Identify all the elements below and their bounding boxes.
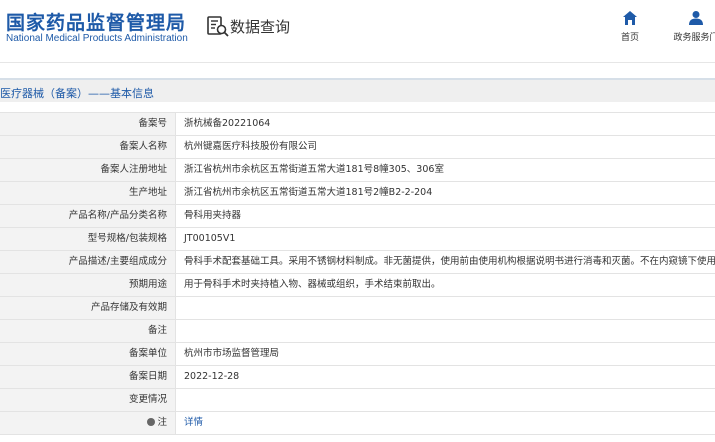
row-label: 产品名称/产品分类名称 [0, 205, 176, 227]
table-row: 型号规格/包装规格 JT00105V1 [0, 228, 715, 251]
nav-gov-label: 政务服务门 [673, 33, 715, 43]
row-label: 备案人名称 [0, 136, 176, 158]
row-label-note: 注 [0, 412, 176, 434]
row-value: 详情 [177, 412, 715, 434]
row-value [177, 297, 715, 319]
row-label: 预期用途 [0, 274, 176, 296]
row-value: 杭州键嘉医疗科技股份有限公司 [184, 141, 318, 152]
row-label: 备注 [0, 320, 176, 342]
logo-title-cn[interactable]: 国家药品监督管理局 [6, 8, 186, 35]
table-row: 备注 [0, 320, 715, 343]
row-value: JT00105V1 [184, 233, 236, 244]
home-icon [623, 11, 637, 25]
row-label: 备案人注册地址 [0, 159, 176, 181]
details-link[interactable]: 详情 [184, 417, 203, 428]
nav-gov-service[interactable]: 政务服务门 [666, 10, 715, 46]
row-label: 备案单位 [0, 343, 176, 365]
data-query-icon [207, 16, 229, 37]
row-value: 浙江省杭州市余杭区五常街道五常大道181号2幢B2-2-204 [184, 187, 433, 198]
row-value: 浙江省杭州市余杭区五常街道五常大道181号8幢305、306室 [184, 164, 444, 175]
table-row: 预期用途 用于骨科手术时夹持植入物、器械或组织，手术结束前取出。 [0, 274, 715, 297]
row-label: 产品描述/主要组成成分 [0, 251, 176, 273]
row-label: 变更情况 [0, 389, 176, 411]
row-value: 用于骨科手术时夹持植入物、器械或组织，手术结束前取出。 [184, 279, 441, 290]
page-title: 数据查询 [230, 18, 291, 36]
table-row: 备案人注册地址 浙江省杭州市余杭区五常街道五常大道181号8幢305、306室 [0, 159, 715, 182]
table-row: 产品存储及有效期 [0, 297, 715, 320]
row-label: 生产地址 [0, 182, 176, 204]
header-divider [190, 13, 191, 43]
nav-home[interactable]: 首页 [600, 10, 660, 46]
row-value: 浙杭械备20221064 [184, 118, 271, 129]
row-value [177, 320, 715, 342]
table-row: 备案号 浙杭械备20221064 [0, 113, 715, 136]
row-label: 备案日期 [0, 366, 176, 388]
table-row: 产品名称/产品分类名称 骨科用夹持器 [0, 205, 715, 228]
row-label: 型号规格/包装规格 [0, 228, 176, 250]
table-row: 备案日期 2022-12-28 [0, 366, 715, 389]
row-label: 备案号 [0, 113, 176, 135]
note-label: 注 [157, 417, 167, 428]
row-label: 产品存储及有效期 [0, 297, 176, 319]
table-row: 注 详情 [0, 412, 715, 435]
pin-icon [147, 418, 156, 426]
row-value: 骨科用夹持器 [184, 210, 242, 221]
section-title: 医疗器械（备案）——基本信息 [0, 87, 154, 100]
table-row: 备案单位 杭州市市场监督管理局 [0, 343, 715, 366]
user-icon [689, 11, 703, 25]
site-header: 国家药品监督管理局 National Medical Products Admi… [0, 0, 715, 58]
header-separator [0, 62, 715, 76]
table-row: 产品描述/主要组成成分 骨科手术配套基础工具。采用不锈钢材料制成。非无菌提供，使… [0, 251, 715, 274]
table-row: 生产地址 浙江省杭州市余杭区五常街道五常大道181号2幢B2-2-204 [0, 182, 715, 205]
row-value: 杭州市市场监督管理局 [184, 348, 280, 359]
row-value: 2022-12-28 [184, 371, 240, 382]
logo-title-en[interactable]: National Medical Products Administration [6, 33, 188, 44]
nav-home-label: 首页 [620, 33, 639, 43]
table-row: 备案人名称 杭州键嘉医疗科技股份有限公司 [0, 136, 715, 159]
table-row: 变更情况 [0, 389, 715, 412]
row-value [177, 389, 715, 411]
section-header: 医疗器械（备案）——基本信息 [0, 78, 715, 102]
row-value: 骨科手术配套基础工具。采用不锈钢材料制成。非无菌提供，使用前由使用机构根据说明书… [184, 256, 715, 267]
info-table: 备案号 浙杭械备20221064 备案人名称 杭州键嘉医疗科技股份有限公司 备案… [0, 112, 715, 435]
